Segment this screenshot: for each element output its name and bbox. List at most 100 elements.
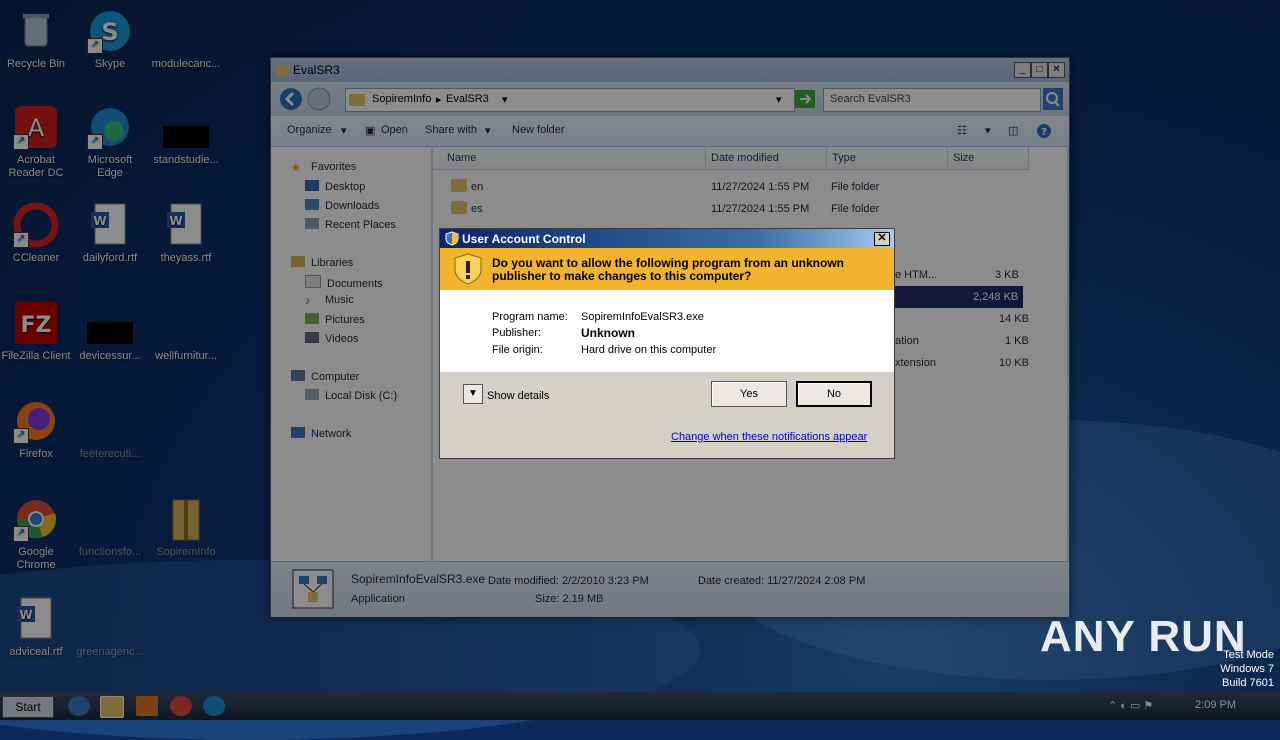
desktop-icon-greenagenc[interactable]: greenagenc... — [74, 596, 146, 659]
skype-icon: S ↗ — [87, 8, 133, 54]
chrome-icon[interactable] — [170, 696, 192, 716]
folder-icon — [276, 65, 290, 76]
table-row-selected[interactable]: 2,248 KB — [891, 286, 1023, 308]
uac-title: User Account Control — [462, 232, 586, 246]
desktop-icon-feeterecuti[interactable]: feeterecuti... — [74, 398, 146, 461]
explorer-title-bar[interactable]: EvalSR3 _ □ ✕ — [271, 58, 1069, 82]
svg-text:W: W — [169, 214, 182, 228]
desktop-icon-skype[interactable]: S ↗ Skype — [74, 8, 146, 71]
desktop-icon-firefox[interactable]: ↗ Firefox — [0, 398, 72, 461]
show-details-label[interactable]: Show details — [487, 390, 549, 402]
desktop-icon-chrome[interactable]: ↗ Google Chrome — [0, 496, 72, 572]
explorer-taskbar-icon[interactable] — [100, 696, 124, 718]
nav-favorites[interactable]: ★ Favorites — [291, 161, 356, 174]
desktop-icon-sopireminfo[interactable]: SopiremInfo — [150, 496, 222, 559]
show-details-toggle[interactable]: ▼ — [463, 384, 483, 404]
back-icon[interactable] — [279, 87, 303, 111]
nav-desktop[interactable]: Desktop — [305, 180, 365, 193]
svg-text:W: W — [93, 214, 106, 228]
start-button[interactable]: Start — [2, 696, 54, 718]
minimize-button[interactable]: _ — [1014, 62, 1031, 78]
forward-icon[interactable] — [307, 87, 331, 111]
help-icon[interactable]: ? — [1036, 123, 1052, 139]
svg-text:W: W — [19, 608, 32, 622]
desktop-icon-acrobat[interactable]: A ↗ Acrobat Reader DC — [0, 104, 72, 180]
details-date-created: Date created: 11/27/2024 2:08 PM — [698, 575, 866, 587]
ie-icon[interactable] — [68, 696, 90, 716]
chevron-down-icon[interactable]: ▾ — [985, 124, 991, 137]
nav-computer[interactable]: Computer — [291, 370, 359, 383]
edge-icon[interactable] — [203, 696, 225, 716]
desktop-icon — [305, 180, 319, 191]
chevron-down-icon[interactable]: ▾ — [776, 93, 782, 106]
table-row[interactable]: es 11/27/2024 1:55 PM File folder — [433, 198, 1067, 220]
column-header-type[interactable]: Type — [827, 147, 948, 170]
test-mode-watermark: Test Mode Windows 7 Build 7601 — [1220, 649, 1274, 689]
address-bar[interactable]: SopiremInfo ▸ EvalSR3 ▾ ▾ — [345, 88, 795, 112]
nav-downloads[interactable]: Downloads — [305, 199, 379, 212]
nav-recent-places[interactable]: Recent Places — [305, 218, 396, 231]
uac-footer: ▼ Show details Yes No Change when these … — [440, 372, 894, 458]
desktop-icon-wellfurnitur[interactable]: wellfurnitur... — [150, 300, 222, 363]
breadcrumb-evalsr3[interactable]: EvalSR3 — [446, 93, 489, 105]
new-folder-button[interactable]: New folder — [512, 124, 565, 136]
tray-icons[interactable]: ⌃ ◐ ▭ ⚑ — [1108, 699, 1153, 712]
organize-button[interactable]: Organize — [287, 124, 332, 136]
maximize-button[interactable]: □ — [1031, 62, 1048, 78]
uac-title-bar[interactable]: User Account Control ✕ — [440, 229, 894, 248]
desktop-icon-recycle-bin[interactable]: Recycle Bin — [0, 8, 72, 71]
column-header-date[interactable]: Date modified — [706, 147, 827, 170]
desktop-icon-dailyford-rtf[interactable]: W dailyford.rtf — [74, 202, 146, 265]
desktop-icon-filezilla[interactable]: FZ FileZilla Client — [0, 300, 72, 363]
change-notifications-link[interactable]: Change when these notifications appear — [671, 431, 867, 443]
clock[interactable]: 2:09 PM — [1195, 699, 1236, 711]
share-with-button[interactable]: Share with — [425, 124, 477, 136]
preview-pane-icon[interactable]: ◫ — [1008, 124, 1018, 137]
column-header-size[interactable]: Size — [948, 147, 1029, 170]
uac-dialog[interactable]: User Account Control ✕ Do you want to al… — [439, 228, 895, 459]
column-header-name[interactable]: Name — [433, 147, 706, 170]
desktop-icon-ccleaner[interactable]: ↗ CCleaner — [0, 202, 72, 265]
nav-local-disk[interactable]: Local Disk (C:) — [305, 389, 397, 402]
desktop-icon-edge[interactable]: ↗ Microsoft Edge — [74, 104, 146, 180]
search-icon[interactable] — [1043, 88, 1063, 110]
yes-button[interactable]: Yes — [711, 381, 787, 407]
refresh-icon[interactable] — [795, 90, 815, 108]
nav-libraries[interactable]: Libraries — [291, 256, 353, 269]
computer-icon — [291, 370, 305, 381]
chevron-down-icon[interactable]: ▾ — [502, 93, 508, 106]
chrome-icon: ↗ — [13, 496, 59, 542]
uac-program-info: Program name: SopiremInfoEvalSR3.exe Pub… — [440, 290, 894, 372]
chevron-down-icon: ▼ — [468, 388, 478, 399]
desktop-icon-theyass-rtf[interactable]: W theyass.rtf — [150, 202, 222, 265]
black-thumbnail-icon — [163, 104, 209, 150]
videos-icon — [305, 332, 319, 343]
open-button[interactable]: Open — [381, 124, 408, 136]
explorer-nav-bar: SopiremInfo ▸ EvalSR3 ▾ ▾ Search EvalSR3 — [271, 82, 1069, 116]
blank-file-icon — [87, 496, 133, 542]
desktop-icon-adviceal-rtf[interactable]: W adviceal.rtf — [0, 596, 72, 659]
nav-network[interactable]: Network — [291, 427, 351, 440]
desktop-icon-functionsfo[interactable]: functionsfo... — [74, 496, 146, 559]
chevron-down-icon: ▾ — [341, 125, 347, 137]
desktop-icon-devicessur[interactable]: devicessur... — [74, 300, 146, 363]
search-input[interactable]: Search EvalSR3 — [823, 88, 1041, 112]
view-options-icon[interactable]: ☷ — [957, 124, 967, 137]
media-player-icon[interactable] — [136, 696, 158, 716]
no-button[interactable]: No — [796, 381, 872, 407]
close-button[interactable]: ✕ — [1048, 62, 1065, 78]
desktop-icon-modulecanc[interactable]: modulecanc... — [150, 8, 222, 71]
uac-close-button[interactable]: ✕ — [874, 232, 890, 246]
desktop-icon-standstudie[interactable]: standstudie... — [150, 104, 222, 167]
blank-file-icon — [87, 398, 133, 444]
nav-music[interactable]: ♪ Music — [305, 294, 354, 307]
table-row[interactable]: en 11/27/2024 1:55 PM File folder — [433, 176, 1067, 198]
nav-documents[interactable]: Documents — [305, 275, 383, 290]
nav-pictures[interactable]: Pictures — [305, 313, 365, 326]
breadcrumb-sopireminfo[interactable]: SopiremInfo — [372, 93, 431, 105]
folder-icon — [451, 179, 467, 192]
nav-videos[interactable]: Videos — [305, 332, 358, 345]
chevron-right-icon: ▸ — [436, 94, 442, 106]
svg-text:S: S — [101, 18, 118, 46]
open-icon: ▣ — [365, 125, 376, 137]
